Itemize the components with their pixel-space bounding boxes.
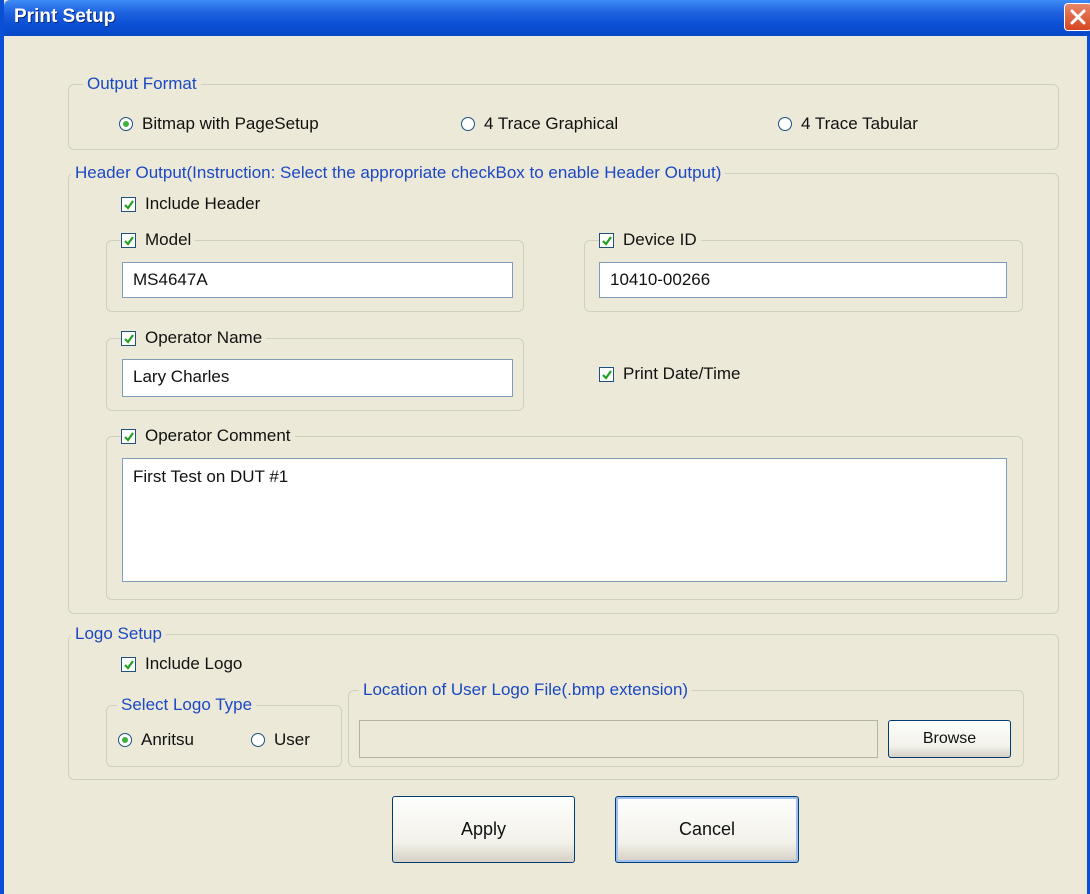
output-format-legend: Output Format [83, 74, 201, 94]
print-datetime-checkbox[interactable]: Print Date/Time [599, 364, 745, 384]
radio-label: Bitmap with PageSetup [142, 114, 319, 133]
radio-4-trace-tabular[interactable]: 4 Trace Tabular [778, 114, 918, 134]
device-id-checkbox[interactable]: Device ID [599, 230, 701, 250]
checkmark-icon [124, 235, 134, 246]
checkbox-label: Model [145, 230, 192, 249]
window-title: Print Setup [14, 6, 116, 27]
checkbox-label: Operator Name [145, 328, 263, 347]
radio-label: User [274, 730, 310, 749]
logo-file-path-input[interactable] [359, 720, 878, 758]
radio-4-trace-graphical[interactable]: 4 Trace Graphical [461, 114, 618, 134]
radio-indicator [778, 117, 792, 131]
include-logo-checkbox[interactable]: Include Logo [121, 654, 247, 674]
radio-indicator [118, 733, 132, 747]
apply-button[interactable]: Apply [392, 796, 575, 863]
checkbox-indicator [121, 330, 136, 346]
close-button[interactable] [1064, 3, 1090, 31]
radio-label: Anritsu [141, 730, 194, 749]
radio-label: 4 Trace Graphical [484, 114, 619, 133]
model-input[interactable]: MS4647A [122, 262, 513, 298]
model-checkbox[interactable]: Model [121, 230, 196, 250]
close-icon [1070, 9, 1086, 25]
include-header-checkbox[interactable]: Include Header [121, 194, 265, 214]
radio-indicator [251, 733, 265, 747]
checkbox-indicator [121, 232, 136, 248]
radio-bitmap-with-pagesetup[interactable]: Bitmap with PageSetup [119, 114, 319, 134]
checkbox-indicator [599, 366, 614, 382]
operator-comment-checkbox[interactable]: Operator Comment [121, 426, 295, 446]
browse-button[interactable]: Browse [888, 720, 1011, 758]
title-bar[interactable]: Print Setup [4, 0, 1090, 36]
checkmark-icon [602, 235, 612, 246]
radio-indicator [461, 117, 475, 131]
operator-comment-textarea[interactable]: First Test on DUT #1 [122, 458, 1007, 582]
checkbox-label: Operator Comment [145, 426, 291, 445]
checkbox-label: Include Logo [145, 654, 243, 673]
header-output-legend: Header Output(Instruction: Select the ap… [71, 163, 726, 183]
checkbox-indicator [121, 428, 136, 444]
radio-user[interactable]: User [251, 730, 310, 750]
logo-location-legend: Location of User Logo File(.bmp extensio… [359, 680, 693, 700]
operator-name-checkbox[interactable]: Operator Name [121, 328, 267, 348]
checkbox-indicator [599, 232, 614, 248]
checkmark-icon [124, 333, 134, 344]
checkmark-icon [124, 431, 134, 442]
logo-type-legend: Select Logo Type [117, 695, 257, 715]
operator-name-input[interactable]: Lary Charles [122, 359, 513, 397]
checkbox-label: Include Header [145, 194, 261, 213]
checkbox-label: Device ID [623, 230, 697, 249]
print-setup-dialog: Print Setup Output Format Bitmap with Pa… [0, 0, 1090, 894]
cancel-button[interactable]: Cancel [615, 796, 799, 863]
checkmark-icon [602, 369, 612, 380]
checkbox-indicator [121, 196, 136, 212]
checkbox-label: Print Date/Time [623, 364, 741, 383]
checkmark-icon [124, 199, 134, 210]
checkbox-indicator [121, 656, 136, 672]
device-id-input[interactable]: 10410-00266 [599, 262, 1007, 298]
radio-anritsu[interactable]: Anritsu [118, 730, 194, 750]
radio-indicator [119, 117, 133, 131]
checkmark-icon [124, 659, 134, 670]
radio-label: 4 Trace Tabular [801, 114, 918, 133]
logo-setup-legend: Logo Setup [71, 624, 166, 644]
